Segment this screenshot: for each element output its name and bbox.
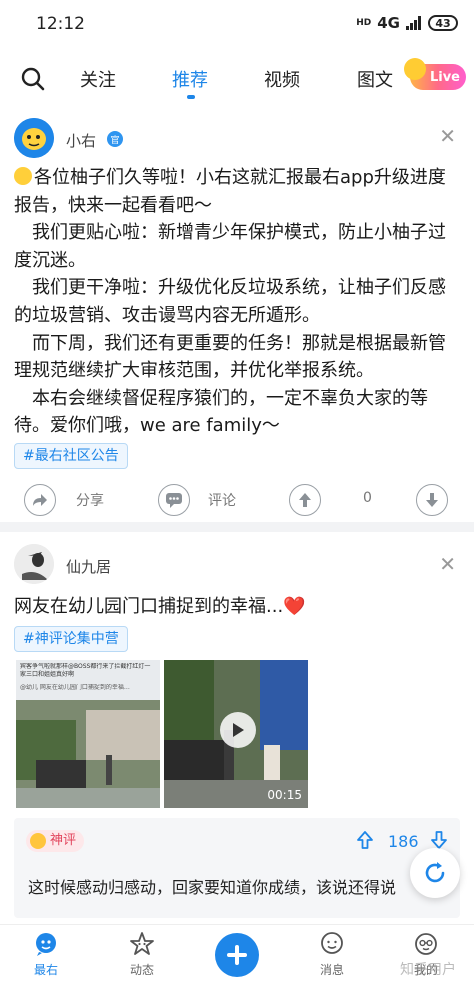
status-bar: 12:12 HD 4G 43 <box>0 0 474 50</box>
downvote-button[interactable] <box>416 484 448 516</box>
bottom-nav-moments[interactable]: 动态 <box>112 931 172 978</box>
share-button[interactable] <box>24 484 56 516</box>
god-comment-text: 这时候感动归感动，回家要知道你成绩，该说还得说 <box>28 878 397 897</box>
close-icon[interactable]: ✕ <box>439 552 456 576</box>
status-time: 12:12 <box>36 14 85 34</box>
bottom-nav: 最右 动态 消息 我的 知乎用户 <box>0 924 474 986</box>
hd-indicator: HD <box>356 17 372 28</box>
share-icon <box>33 494 47 506</box>
vote-count: 0 <box>363 490 372 506</box>
play-button[interactable] <box>220 712 256 748</box>
post-author[interactable]: 小右 <box>66 130 96 151</box>
battery-icon: 43 <box>428 15 458 31</box>
image-subcaption: @幼儿 网友在幼儿园门口捕捉到的幸福… <box>20 684 130 691</box>
refresh-icon <box>425 862 445 883</box>
bottom-nav-messages[interactable]: 消息 <box>302 931 362 978</box>
upvote-arrow-icon[interactable] <box>356 830 374 850</box>
topic-hashtag[interactable]: #最右社区公告 <box>14 443 128 469</box>
arrow-up-icon <box>299 493 311 507</box>
search-icon[interactable] <box>18 64 48 94</box>
plus-icon <box>227 945 247 965</box>
comment-label[interactable]: 评论 <box>208 490 236 510</box>
live-button[interactable]: Live <box>404 58 466 90</box>
tab-video[interactable]: 视频 <box>264 66 300 92</box>
downvote-arrow-icon[interactable] <box>430 830 448 850</box>
tab-recommend[interactable]: 推荐 <box>172 66 208 92</box>
upvote-count: 186 <box>388 832 419 851</box>
god-comment-badge: 神评 <box>26 830 85 852</box>
avatar[interactable] <box>14 118 54 158</box>
street-photo-image <box>16 660 160 808</box>
tab-image-text[interactable]: 图文 <box>357 66 393 92</box>
post-paragraph: 各位柚子们久等啦！小右这就汇报最右app升级进度报告，快来一起看看吧～ <box>14 167 446 216</box>
post-paragraph: 我们更贴心啦：新增青少年保护模式，防止小柚子过度沉迷。 <box>14 222 446 271</box>
video-duration: 00:15 <box>267 788 302 802</box>
comment-button[interactable] <box>158 484 190 516</box>
live-mascot-icon <box>404 58 426 80</box>
refresh-button[interactable] <box>410 848 460 898</box>
post-card[interactable]: 仙九居 ✕ 网友在幼儿园门口捕捉到的幸福...❤️ #神评论集中营 宾客争气啦就… <box>0 530 474 920</box>
post-paragraph: 而下周，我们还有更重要的任务！那就是根据最新管理规范继续扩大审核范围，并优化举报… <box>14 332 446 382</box>
post-paragraph: 我们更干净啦：升级优化反垃圾系统，让柚子们反感的垃圾营销、攻击谩骂内容无所遁形。 <box>14 277 446 326</box>
watermark: 知乎用户 <box>400 962 456 978</box>
message-icon <box>321 932 343 954</box>
arrow-down-icon <box>426 493 438 507</box>
signal-icon <box>406 16 421 30</box>
live-label: Live <box>429 69 460 85</box>
image-caption: 宾客争气啦就那样@BOSS都行来了拦截打红灯一家三口和姐姐真好啊 <box>20 663 151 678</box>
media-row: 宾客争气啦就那样@BOSS都行来了拦截打红灯一家三口和姐姐真好啊 @幼儿 网友在… <box>16 660 316 808</box>
bottom-nav-label: 动态 <box>129 963 154 977</box>
tab-follow[interactable]: 关注 <box>80 66 116 92</box>
god-comment-icon <box>30 833 46 849</box>
post-action-bar: 分享 评论 0 <box>0 480 474 520</box>
star-icon <box>130 932 154 955</box>
video-thumbnail[interactable]: 00:15 <box>164 660 308 808</box>
network-indicator: 4G <box>377 14 400 32</box>
post-title[interactable]: 网友在幼儿园门口捕捉到的幸福...❤️ <box>14 592 306 618</box>
post-content[interactable]: 各位柚子们久等啦！小右这就汇报最右app升级进度报告，快来一起看看吧～ 我们更贴… <box>14 164 462 440</box>
bottom-nav-home[interactable]: 最右 <box>16 931 76 978</box>
status-icons: HD 4G 43 <box>356 14 458 32</box>
post-paragraph: 本右会继续督促程序猿们的，一定不辜负大家的等待。爱你们哦，we are fami… <box>14 387 428 437</box>
bottom-nav-label: 最右 <box>33 963 58 977</box>
avatar[interactable] <box>14 544 54 584</box>
zuiyou-home-icon <box>36 933 56 956</box>
post-author[interactable]: 仙九居 <box>66 556 111 577</box>
publish-button[interactable] <box>215 933 259 977</box>
heart-emoji-icon: ❤️ <box>283 596 306 617</box>
laugh-emoji-icon <box>14 167 32 185</box>
upvote-button[interactable] <box>289 484 321 516</box>
post-title-text: 网友在幼儿园门口捕捉到的幸福... <box>14 596 284 617</box>
profile-icon <box>415 933 437 955</box>
post-card[interactable]: 小右 官 ✕ 各位柚子们久等啦！小右这就汇报最右app升级进度报告，快来一起看看… <box>0 110 474 520</box>
mascot-icon <box>14 118 54 158</box>
silhouette-avatar-icon <box>14 544 54 584</box>
image-thumbnail[interactable]: 宾客争气啦就那样@BOSS都行来了拦截打红灯一家三口和姐姐真好啊 @幼儿 网友在… <box>16 660 160 808</box>
bottom-nav-label: 消息 <box>319 963 344 977</box>
god-comment[interactable]: 神评 186 这时候感动归感动，回家要知道你成绩，该说还得说 <box>14 818 460 918</box>
close-icon[interactable]: ✕ <box>439 124 456 148</box>
god-comment-badge-label: 神评 <box>50 833 77 848</box>
top-nav: 关注 推荐 视频 图文 Live <box>0 52 474 102</box>
comment-icon <box>166 493 182 508</box>
share-label[interactable]: 分享 <box>76 490 104 510</box>
play-icon <box>233 723 244 737</box>
topic-hashtag[interactable]: #神评论集中营 <box>14 626 128 652</box>
active-tab-indicator <box>187 95 195 99</box>
official-badge: 官 <box>107 131 123 147</box>
